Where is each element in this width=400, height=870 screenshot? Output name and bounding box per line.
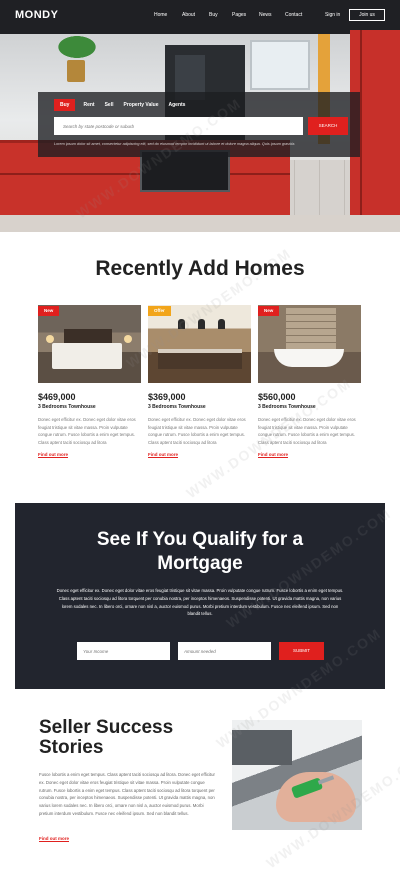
menu-item-contact[interactable]: Contact <box>285 12 313 18</box>
mortgage-text: Donec eget efficitur ex. Donec eget dolo… <box>56 588 344 617</box>
search-input[interactable] <box>54 117 303 135</box>
property-type: 3 Bedrooms Townhouse <box>258 404 316 410</box>
lamp-shape <box>124 335 132 343</box>
income-input[interactable] <box>77 642 170 660</box>
property-price: $369,000 <box>148 392 186 402</box>
pendant-lamp <box>178 319 185 329</box>
tab-rent[interactable]: Rent <box>83 99 94 111</box>
mortgage-title-line1: See If You Qualify for a <box>96 529 304 550</box>
menu-item-home[interactable]: Home <box>154 12 182 18</box>
property-badge: Offer <box>148 306 171 316</box>
seller-title-line2: Stories <box>39 737 104 758</box>
main-menu: Home About Buy Pages News Contact <box>154 12 313 18</box>
property-image-bedroom[interactable]: New <box>38 305 141 383</box>
hero-section: MONDY Home About Buy Pages News Contact … <box>0 0 400 232</box>
property-type: 3 Bedrooms Townhouse <box>38 404 96 410</box>
property-type: 3 Bedrooms Townhouse <box>148 404 206 410</box>
seller-title-line1: Seller Success <box>39 717 174 738</box>
property-badge: New <box>38 306 60 316</box>
mortgage-title: See If You Qualify for a Mortgage <box>15 528 385 576</box>
seller-stories-text: Fusce lobortis a enim eget tempus. Class… <box>39 772 215 816</box>
menu-item-buy[interactable]: Buy <box>209 12 232 18</box>
stone-wall <box>286 307 336 349</box>
house-shape <box>232 730 292 765</box>
tab-property-value[interactable]: Property Value <box>123 99 158 111</box>
kitchen-island <box>158 349 242 369</box>
join-us-button[interactable]: Join us <box>349 9 385 21</box>
hero-plant <box>48 30 106 64</box>
tab-sell[interactable]: Sell <box>105 99 114 111</box>
pendant-lamp <box>198 319 205 329</box>
menu-item-pages[interactable]: Pages <box>232 12 259 18</box>
site-logo[interactable]: MONDY <box>15 9 58 21</box>
search-button[interactable]: SEARCH <box>308 117 348 135</box>
find-out-more-link[interactable]: Find out more <box>38 452 141 457</box>
tab-buy[interactable]: Buy <box>54 99 76 111</box>
property-description: Donec eget efficitur ex. Donec eget dolo… <box>148 417 246 445</box>
bed-shape <box>52 343 122 369</box>
recent-homes-title: Recently Add Homes <box>95 257 305 280</box>
property-price: $469,000 <box>38 392 76 402</box>
hero-window <box>250 40 310 90</box>
menu-item-about[interactable]: About <box>182 12 209 18</box>
amount-needed-input[interactable] <box>178 642 271 660</box>
pendant-lamp <box>218 319 225 329</box>
mortgage-section: See If You Qualify for a Mortgage Donec … <box>15 503 385 689</box>
property-badge: New <box>258 306 280 316</box>
search-note: Lorem ipsum dolor sit amet, consectetur … <box>54 142 296 146</box>
find-out-more-link[interactable]: Find out more <box>258 452 361 457</box>
seller-stories-title: Seller Success Stories <box>39 718 173 758</box>
bathtub-shape <box>274 349 344 367</box>
menu-item-news[interactable]: News <box>259 12 285 18</box>
find-out-more-link[interactable]: Find out more <box>148 452 251 457</box>
property-card: New $469,000 3 Bedrooms Townhouse Donec … <box>38 305 141 457</box>
property-price: $560,000 <box>258 392 296 402</box>
property-image-bathroom[interactable]: New <box>258 305 361 383</box>
submit-button[interactable]: SUBMIT <box>279 642 324 660</box>
lamp-shape <box>46 335 54 343</box>
hero-floor-front <box>0 215 400 232</box>
seller-image-keys <box>232 720 362 830</box>
tab-agents[interactable]: Agents <box>169 99 186 111</box>
search-tabs: Buy Rent Sell Property Value Agents <box>54 99 195 111</box>
find-out-more-link[interactable]: Find out more <box>39 836 69 841</box>
top-navigation: MONDY Home About Buy Pages News Contact … <box>0 0 400 32</box>
hero-plant-pot <box>67 60 85 82</box>
property-description: Donec eget efficitur ex. Donec eget dolo… <box>258 417 356 445</box>
property-search-panel: Buy Rent Sell Property Value Agents SEAR… <box>38 92 360 157</box>
property-image-kitchen[interactable]: Offer <box>148 305 251 383</box>
mortgage-title-line2: Mortgage <box>157 553 243 574</box>
sign-in-link[interactable]: Sign in <box>325 12 340 18</box>
property-card: Offer $369,000 3 Bedrooms Townhouse Done… <box>148 305 251 457</box>
property-description: Donec eget efficitur ex. Donec eget dolo… <box>38 417 136 445</box>
property-card: New $560,000 3 Bedrooms Townhouse Donec … <box>258 305 361 457</box>
